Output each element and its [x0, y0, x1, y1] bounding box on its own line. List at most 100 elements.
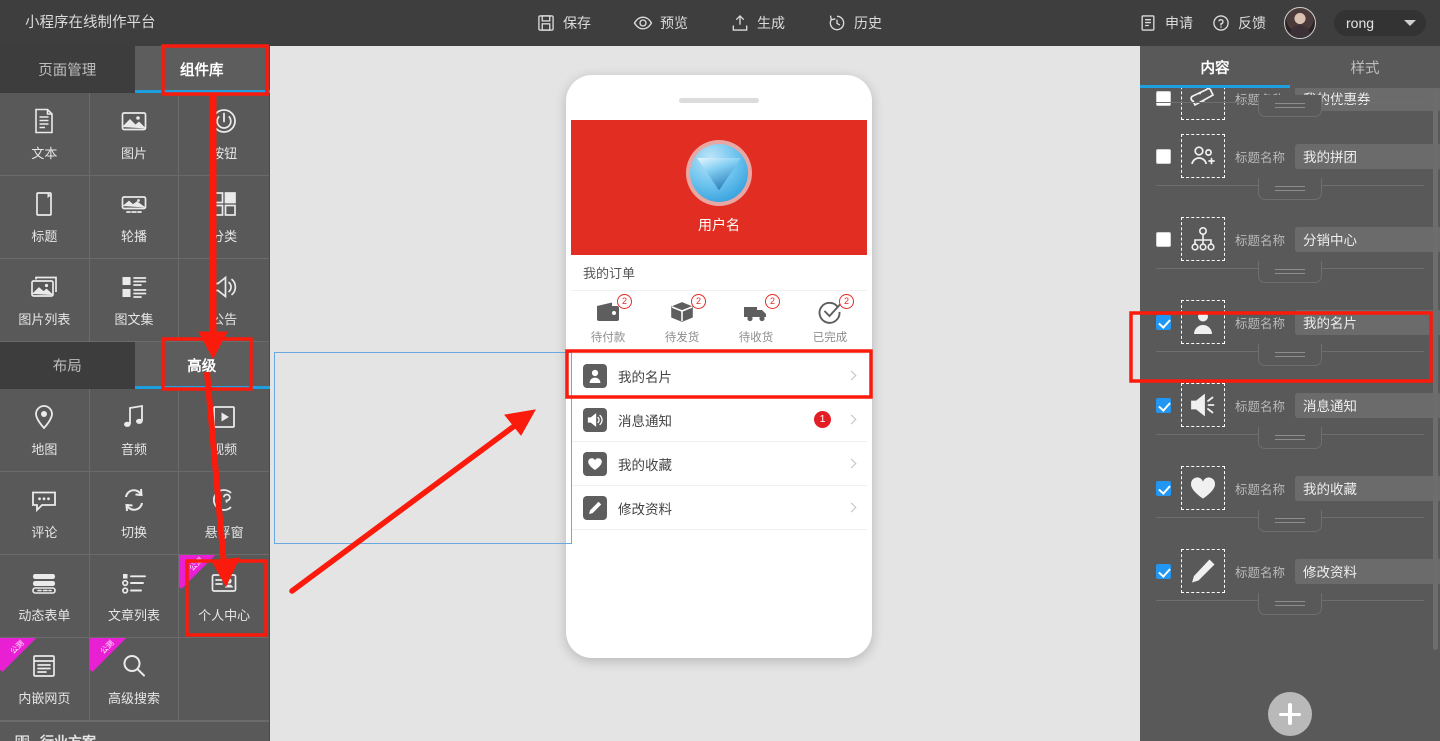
table-row[interactable]: 标题名称	[1140, 536, 1440, 619]
tab-page-management[interactable]: 页面管理	[0, 46, 135, 93]
row-collapse-handle[interactable]	[1258, 95, 1322, 117]
row-collapse-handle[interactable]	[1258, 593, 1322, 615]
orders-section: 我的订单 查看全部	[571, 255, 867, 354]
check-circle-icon: 2	[817, 293, 854, 324]
component-image-list[interactable]: 图片列表	[0, 259, 90, 342]
component-carousel[interactable]: 轮播	[89, 176, 180, 259]
row-collapse-handle[interactable]	[1258, 178, 1322, 200]
person-icon[interactable]	[1181, 300, 1225, 344]
row-collapse-handle[interactable]	[1258, 261, 1322, 283]
component-button[interactable]: 按钮	[179, 93, 269, 176]
panel-scrollbar[interactable]	[1433, 90, 1438, 650]
sidebar-sub-tabs: 布局 高级	[0, 342, 270, 389]
profile-menu-row[interactable]: 我的名片	[571, 354, 867, 398]
row-title-input[interactable]	[1295, 143, 1440, 169]
component-image-text[interactable]: 图文集	[89, 259, 180, 342]
component-floating-window[interactable]: 悬浮窗	[179, 472, 269, 555]
row-checkbox[interactable]	[1156, 397, 1171, 413]
profile-menu-row[interactable]: 消息通知 1	[571, 398, 867, 442]
component-dynamic-form[interactable]: 动态表单	[0, 555, 90, 638]
row-title-input[interactable]	[1295, 309, 1440, 335]
component-map-label: 地图	[31, 442, 58, 457]
tab-advanced[interactable]: 高级	[134, 342, 269, 389]
row-title-input[interactable]	[1295, 558, 1440, 584]
user-card-icon	[583, 363, 607, 388]
table-row[interactable]: 标题名称	[1140, 204, 1440, 287]
row-title-input[interactable]	[1295, 226, 1440, 252]
tab-style[interactable]: 样式	[1290, 46, 1440, 88]
group-buy-icon[interactable]	[1181, 134, 1225, 178]
order-status-item[interactable]: 2 待付款	[571, 291, 645, 353]
coupon-icon[interactable]	[1181, 88, 1225, 120]
tab-layout-label: 布局	[52, 359, 82, 375]
save-button[interactable]: 保存	[536, 13, 591, 33]
order-status-item[interactable]: 2 已完成	[793, 291, 867, 353]
table-row[interactable]: 标题名称	[1140, 287, 1440, 370]
generate-button[interactable]: 生成	[730, 13, 785, 33]
row-title-input[interactable]	[1295, 392, 1440, 418]
component-image[interactable]: 图片	[89, 93, 180, 176]
preview-button[interactable]: 预览	[633, 13, 688, 33]
tab-component-library[interactable]: 组件库	[134, 46, 269, 93]
component-switch[interactable]: 切换	[89, 472, 180, 555]
component-comment[interactable]: 评论	[0, 472, 90, 555]
pencil-icon[interactable]	[1181, 549, 1225, 593]
tab-content-label: 内容	[1200, 60, 1230, 77]
pencil-icon	[583, 495, 607, 520]
order-badge: 2	[691, 293, 706, 309]
industry-solutions-button[interactable]: 行业方案	[0, 721, 269, 741]
power-button-icon	[209, 106, 239, 136]
component-dynamic-form-label: 动态表单	[18, 608, 71, 623]
row-checkbox[interactable]	[1156, 90, 1171, 106]
order-status-item[interactable]: 2 待收货	[719, 291, 793, 353]
component-heading-label: 标题	[31, 229, 58, 244]
order-status-item[interactable]: 2 待发货	[645, 291, 719, 353]
avatar[interactable]	[1284, 7, 1316, 39]
add-item-button[interactable]	[1268, 692, 1312, 736]
feedback-button[interactable]: 反馈	[1211, 13, 1266, 33]
table-row[interactable]: 标题名称	[1140, 453, 1440, 536]
component-embedded-page[interactable]: 公测 内嵌网页	[0, 638, 90, 721]
table-row[interactable]: 标题名称	[1140, 88, 1440, 121]
profile-menu-row[interactable]: 修改资料	[571, 486, 867, 530]
row-checkbox[interactable]	[1156, 314, 1171, 330]
component-heading[interactable]: 标题	[0, 176, 90, 259]
dynamic-form-icon	[29, 568, 59, 598]
chevron-down-icon	[1404, 20, 1416, 26]
row-collapse-handle[interactable]	[1258, 344, 1322, 366]
row-checkbox[interactable]	[1156, 231, 1171, 247]
apply-button[interactable]: 申请	[1138, 13, 1193, 33]
component-audio[interactable]: 音频	[89, 389, 180, 472]
row-collapse-handle[interactable]	[1258, 427, 1322, 449]
row-collapse-handle[interactable]	[1258, 510, 1322, 532]
component-text-label: 文本	[31, 146, 58, 161]
component-advanced-search[interactable]: 公测 高级搜索	[89, 638, 180, 721]
component-text[interactable]: 文本	[0, 93, 90, 176]
distribution-icon[interactable]	[1181, 217, 1225, 261]
component-announcement[interactable]: 公告	[179, 259, 269, 342]
row-checkbox[interactable]	[1156, 148, 1171, 164]
table-row[interactable]: 标题名称	[1140, 121, 1440, 204]
component-article-list[interactable]: 文章列表	[89, 555, 180, 638]
tab-page-management-label: 页面管理	[38, 63, 97, 79]
component-image-text-label: 图文集	[114, 312, 154, 327]
megaphone-icon[interactable]	[1181, 383, 1225, 427]
component-personal-center[interactable]: 公测 个人中心	[179, 555, 269, 638]
component-map[interactable]: 地图	[0, 389, 90, 472]
row-title-input[interactable]	[1295, 475, 1440, 501]
row-checkbox[interactable]	[1156, 480, 1171, 496]
component-video[interactable]: 视频	[179, 389, 269, 472]
history-button[interactable]: 历史	[827, 13, 882, 33]
carousel-icon	[119, 189, 149, 219]
beta-badge-label: 公测	[8, 638, 26, 656]
tab-content[interactable]: 内容	[1140, 46, 1290, 88]
heart-icon[interactable]	[1181, 466, 1225, 510]
user-menu-dropdown[interactable]: rong	[1334, 10, 1426, 36]
component-category-label: 分类	[211, 229, 238, 244]
component-category[interactable]: 分类	[179, 176, 269, 259]
tab-layout[interactable]: 布局	[0, 342, 135, 389]
table-row[interactable]: 标题名称	[1140, 370, 1440, 453]
profile-menu-row[interactable]: 我的收藏	[571, 442, 867, 486]
row-checkbox[interactable]	[1156, 563, 1171, 579]
music-note-icon	[119, 402, 149, 432]
